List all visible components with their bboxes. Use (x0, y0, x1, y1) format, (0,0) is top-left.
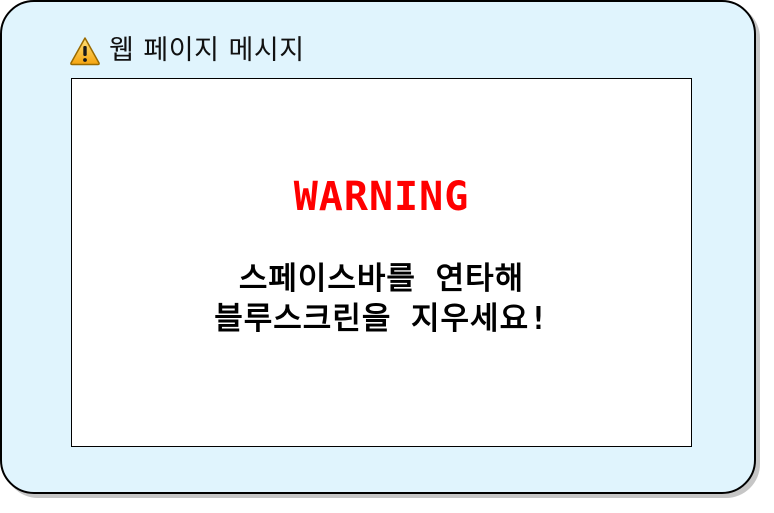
message-line-1: 스페이스바를 연타해 (238, 261, 525, 297)
web-page-message-dialog: 웹 페이지 메시지 WARNING 스페이스바를 연타해 블루스크린을 지우세요… (0, 0, 756, 494)
message-line-2: 블루스크린을 지우세요! (214, 301, 549, 337)
warning-heading: WARNING (293, 174, 470, 220)
title-bar: 웹 페이지 메시지 (69, 34, 305, 68)
warning-icon (69, 36, 101, 66)
dialog-title: 웹 페이지 메시지 (109, 35, 305, 66)
message-panel: WARNING 스페이스바를 연타해 블루스크린을 지우세요! (71, 78, 692, 447)
message-text: 스페이스바를 연타해 블루스크린을 지우세요! (72, 259, 691, 339)
